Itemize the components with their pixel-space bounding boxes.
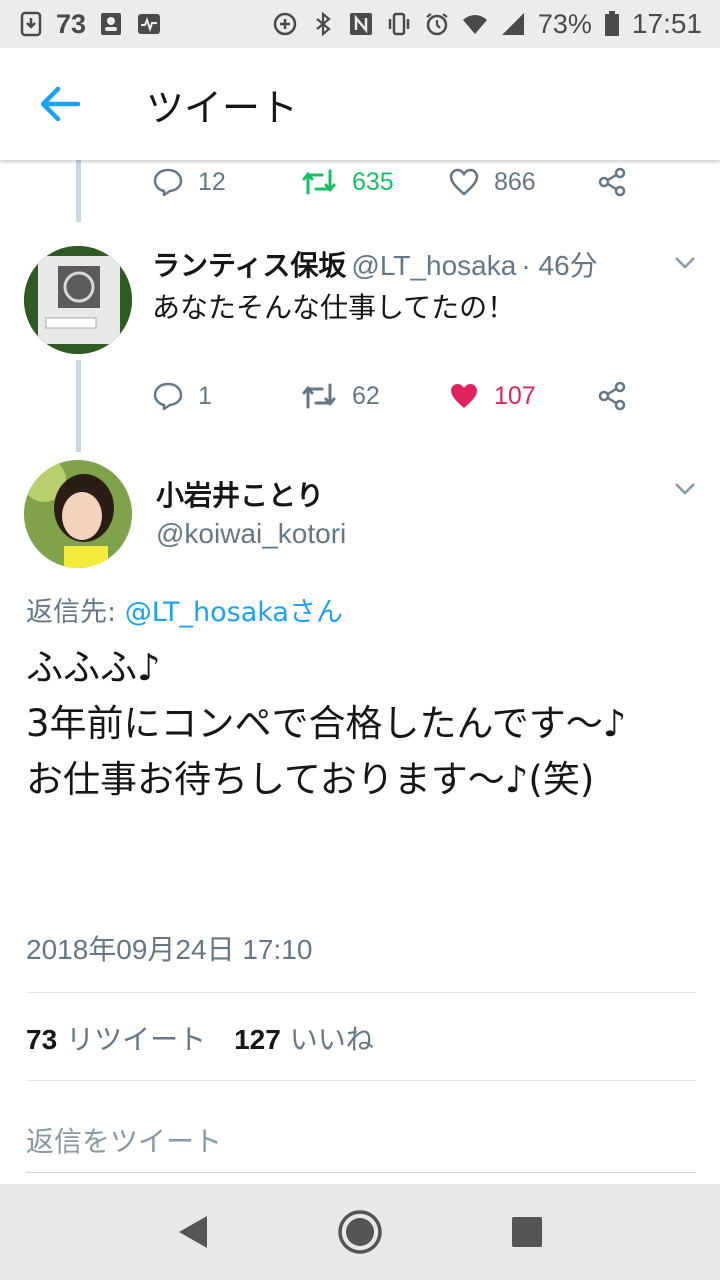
like-total: 127 <box>234 1024 281 1055</box>
avatar-lt-hosaka[interactable] <box>24 246 132 354</box>
share-action[interactable] <box>596 167 720 197</box>
battery-icon <box>604 11 619 36</box>
retweet-count: 62 <box>352 381 380 410</box>
prev-tweet-actions: 12 635 866 <box>152 162 720 202</box>
reply-tweet-header: ランティス保坂 @LT_hosaka · 46分 <box>152 244 672 284</box>
reply-prefix: 返信先: <box>26 597 125 628</box>
relative-time: · 46分 <box>521 250 598 281</box>
share-icon <box>598 381 626 411</box>
like-stat[interactable]: 127 いいね <box>234 1018 374 1058</box>
reply-input[interactable]: 返信をツイート <box>26 1120 222 1160</box>
nav-home-button[interactable] <box>330 1202 390 1262</box>
wifi-icon <box>462 15 487 35</box>
tweet-stats: 73 リツイート 127 いいね <box>26 1018 374 1058</box>
reply-icon <box>153 168 183 197</box>
nav-recents-button[interactable] <box>497 1202 557 1262</box>
heart-filled-icon <box>451 384 477 408</box>
page-title: ツイート <box>146 85 299 130</box>
clock: 17:51 <box>631 8 702 39</box>
tweet-timestamp: 2018年09月24日 17:10 <box>26 934 313 965</box>
like-label: いいね <box>289 1023 374 1056</box>
display-name[interactable]: 小岩井ことり <box>156 474 324 514</box>
retweet-action[interactable]: 62 <box>300 381 448 411</box>
status-bar: 73 73% 17:51 <box>0 0 720 48</box>
signal-icon <box>501 13 524 35</box>
like-action[interactable]: 107 <box>448 381 596 411</box>
download-icon <box>20 11 42 37</box>
username[interactable]: @koiwai_kotori <box>156 518 346 550</box>
retweet-action[interactable]: 635 <box>300 167 448 197</box>
reply-count: 12 <box>198 167 226 196</box>
retweet-count: 635 <box>352 167 394 196</box>
triangle-back-icon <box>179 1216 208 1248</box>
system-nav-bar <box>0 1184 720 1280</box>
reply-count: 1 <box>198 381 212 410</box>
alarm-icon <box>426 13 448 36</box>
display-name[interactable]: ランティス保坂 <box>152 249 346 282</box>
square-recents-icon <box>511 1217 542 1247</box>
activity-icon <box>138 14 161 34</box>
username[interactable]: @LT_hosaka <box>351 250 516 281</box>
app-bar: ツイート <box>0 48 720 160</box>
data-saver-icon <box>273 12 297 36</box>
retweet-total: 73 <box>26 1024 58 1055</box>
nav-back-button[interactable] <box>163 1202 223 1262</box>
back-button[interactable] <box>0 48 120 160</box>
reply-action[interactable]: 1 <box>152 381 300 411</box>
replying-to: 返信先: @LT_hosakaさん <box>26 590 343 629</box>
retweet-label: リツイート <box>66 1023 207 1056</box>
tweet-text: ふふふ♪ 3年前にコンペで合格したんです〜♪ お仕事お待ちしております〜♪(笑) <box>26 646 627 801</box>
arrow-left-icon <box>40 86 81 122</box>
share-action[interactable] <box>596 381 720 411</box>
thread-line <box>76 160 81 222</box>
avatar-image <box>24 460 132 568</box>
divider <box>26 1080 696 1081</box>
contacts-icon <box>101 13 122 35</box>
chevron-down-icon[interactable] <box>674 256 696 270</box>
divider <box>26 992 696 993</box>
retweet-stat[interactable]: 73 リツイート <box>26 1018 206 1058</box>
avatar-koiwai-kotori[interactable] <box>24 460 132 568</box>
nfc-icon <box>349 13 372 35</box>
reply-icon <box>153 382 183 411</box>
circle-home-icon <box>338 1210 382 1254</box>
avatar-image <box>24 246 132 354</box>
retweet-icon <box>302 383 336 409</box>
like-count: 107 <box>494 381 536 410</box>
reply-tweet-actions: 1 62 107 <box>152 376 720 416</box>
battery-percent: 73% <box>537 8 592 39</box>
chevron-down-icon[interactable] <box>674 482 696 496</box>
reply-action[interactable]: 12 <box>152 167 300 197</box>
thread-line <box>76 360 81 452</box>
share-icon <box>598 167 626 197</box>
like-count: 866 <box>494 167 536 196</box>
divider <box>26 1172 696 1173</box>
bluetooth-icon <box>316 11 331 37</box>
retweet-icon <box>302 169 336 195</box>
like-action[interactable]: 866 <box>448 167 596 197</box>
heart-outline-icon <box>449 168 479 196</box>
vibrate-icon <box>388 12 410 36</box>
tweet-text: あなたそんな仕事してたの！ <box>152 291 516 324</box>
status-number: 73 <box>56 8 87 39</box>
mention-link[interactable]: @LT_hosakaさん <box>125 597 343 628</box>
